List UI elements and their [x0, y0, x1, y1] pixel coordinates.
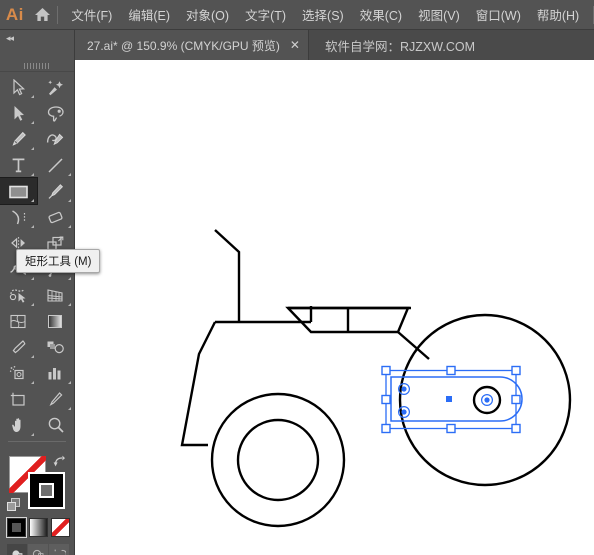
tractor-artwork — [180, 229, 572, 528]
tool-flyout-indicator — [31, 147, 34, 150]
menu-view[interactable]: 视图(V) — [410, 1, 468, 28]
front-nose — [180, 321, 217, 447]
tool-flyout-indicator — [31, 173, 34, 176]
paintbrush-tool[interactable] — [37, 178, 74, 204]
menu-object[interactable]: 对象(O) — [178, 1, 237, 28]
tool-flyout-indicator — [31, 433, 34, 436]
mesh-tool[interactable] — [0, 308, 37, 334]
zoom-tool[interactable] — [37, 412, 74, 438]
tool-flyout-indicator — [68, 303, 71, 306]
swap-fill-stroke-icon[interactable] — [52, 454, 66, 472]
tool-flyout-indicator — [31, 95, 34, 98]
illustrator-window: Ai 文件(F) 编辑(E) 对象(O) 文字(T) 选择(S) 效果(C) 视… — [0, 0, 594, 555]
draw-inside-button[interactable] — [49, 544, 69, 555]
tool-flyout-indicator — [31, 121, 34, 124]
curvature-tool[interactable] — [37, 126, 74, 152]
home-icon[interactable] — [30, 7, 55, 22]
tool-flyout-indicator — [68, 225, 71, 228]
eyedropper-tool[interactable] — [0, 334, 37, 360]
close-icon[interactable]: ✕ — [290, 38, 300, 52]
app-logo: Ai — [5, 4, 24, 24]
menu-bar: Ai 文件(F) 编辑(E) 对象(O) 文字(T) 选择(S) 效果(C) 视… — [0, 0, 594, 30]
front-wheel-inner — [236, 418, 320, 502]
draw-behind-button[interactable] — [28, 544, 48, 555]
tools-panel-drag-handle[interactable] — [0, 60, 74, 72]
exhaust-pipe — [214, 229, 241, 322]
line-segment-tool[interactable] — [37, 152, 74, 178]
menu-type[interactable]: 文字(T) — [237, 1, 294, 28]
menu-effect[interactable]: 效果(C) — [352, 1, 410, 28]
tools-divider — [0, 438, 74, 444]
tools-panel: 矩形工具 (M) — [0, 60, 101, 555]
magic-wand-tool[interactable] — [37, 74, 74, 100]
selection-center-point — [446, 396, 452, 402]
slice-tool[interactable] — [37, 386, 74, 412]
artboard-canvas[interactable] — [75, 60, 594, 555]
menu-divider — [56, 5, 58, 24]
color-mode-button[interactable] — [6, 517, 27, 538]
lasso-tool[interactable] — [37, 100, 74, 126]
column-graph-tool[interactable] — [37, 360, 74, 386]
stroke-swatch-inner — [39, 483, 54, 498]
gradient-tool[interactable] — [37, 308, 74, 334]
hand-tool[interactable] — [0, 412, 37, 438]
pen-tool[interactable] — [0, 126, 37, 152]
paint-mode-row — [6, 517, 70, 538]
tractor-line-drawing — [180, 229, 572, 528]
eraser-tool[interactable] — [37, 204, 74, 230]
tool-flyout-indicator — [31, 381, 34, 384]
double-chevron-left-icon: ◂◂ — [6, 33, 14, 43]
document-tab-title: 27.ai* @ 150.9% (CMYK/GPU 预览) — [87, 38, 280, 53]
menu-file[interactable]: 文件(F) — [63, 1, 120, 28]
default-fill-stroke-icon[interactable] — [7, 498, 23, 519]
blend-tool[interactable] — [37, 334, 74, 360]
front-wheel-outer — [210, 392, 346, 528]
menu-help[interactable]: 帮助(H) — [529, 1, 587, 28]
menu-list: 文件(F) 编辑(E) 对象(O) 文字(T) 选择(S) 效果(C) 视图(V… — [63, 1, 587, 28]
tool-flyout-indicator — [68, 199, 71, 202]
tool-flyout-indicator — [31, 199, 34, 202]
selected-path-outline — [390, 376, 523, 422]
draw-mode-row — [7, 544, 69, 555]
anchor-points[interactable] — [397, 382, 494, 419]
tool-flyout-indicator — [68, 277, 71, 280]
menu-edit[interactable]: 编辑(E) — [120, 1, 178, 28]
tool-flyout-indicator — [31, 225, 34, 228]
menu-window[interactable]: 窗口(W) — [468, 1, 529, 28]
tool-flyout-indicator — [68, 173, 71, 176]
panel-collapse-button[interactable]: ◂◂ — [0, 30, 75, 60]
menu-select[interactable]: 选择(S) — [294, 1, 352, 28]
document-tab-bar: ◂◂ 27.ai* @ 150.9% (CMYK/GPU 预览) ✕ 软件自学网… — [0, 30, 594, 60]
tool-flyout-indicator — [68, 381, 71, 384]
tool-flyout-indicator — [31, 277, 34, 280]
stroke-swatch[interactable] — [28, 472, 65, 509]
tool-tooltip: 矩形工具 (M) — [16, 249, 101, 273]
color-controls — [0, 450, 74, 555]
tool-flyout-indicator — [68, 407, 71, 410]
artboard-tool[interactable] — [0, 386, 37, 412]
grip-dots-icon — [24, 62, 50, 69]
direct-selection-tool[interactable] — [0, 100, 37, 126]
watermark-text: 软件自学网：RJZXW.COM — [324, 39, 475, 54]
shape-builder-tool[interactable] — [0, 282, 37, 308]
tool-flyout-indicator — [31, 355, 34, 358]
gradient-mode-button[interactable] — [29, 518, 48, 537]
type-tool[interactable] — [0, 152, 37, 178]
symbol-sprayer-tool[interactable] — [0, 360, 37, 386]
document-tab[interactable]: 27.ai* @ 150.9% (CMYK/GPU 预览) ✕ — [75, 30, 309, 60]
shaper-tool[interactable] — [0, 204, 37, 230]
none-mode-button[interactable] — [51, 518, 70, 537]
selection-tool[interactable] — [0, 74, 37, 100]
perspective-grid-tool[interactable] — [37, 282, 74, 308]
rectangle-tool[interactable] — [0, 177, 38, 205]
draw-normal-button[interactable] — [7, 544, 27, 555]
tool-flyout-indicator — [31, 303, 34, 306]
